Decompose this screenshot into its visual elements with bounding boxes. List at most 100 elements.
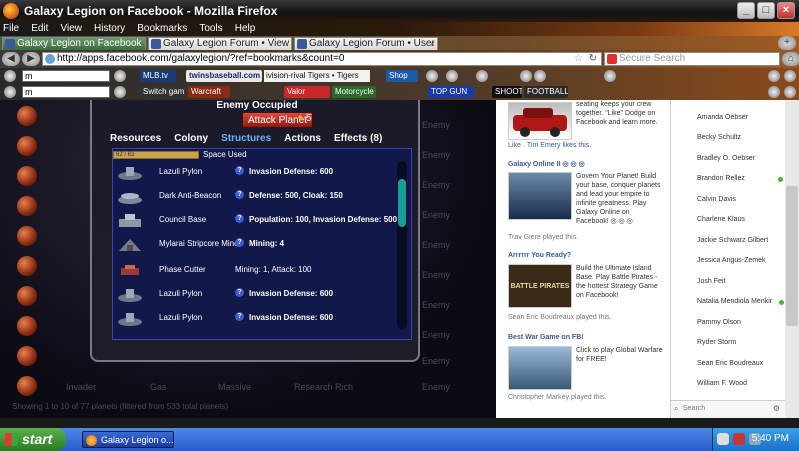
planet-icon[interactable] (17, 286, 37, 306)
chat-friend[interactable]: Brandon Rellez (697, 175, 745, 182)
wrench-icon[interactable] (768, 86, 780, 98)
chat-friend[interactable]: Jessica Angus-Zemek (697, 257, 765, 264)
chat-friend[interactable]: Charlene Klaus (697, 216, 745, 223)
bookmark-star-icon[interactable]: ☆ (574, 53, 583, 65)
chat-search-input[interactable]: ⌕ Search ⚙ (671, 400, 786, 418)
wrench-icon[interactable] (768, 70, 780, 82)
battle-pirates-ad-image[interactable]: BATTLE PIRATES (508, 264, 572, 308)
pause-icon[interactable] (534, 70, 546, 82)
info-icon[interactable]: ? (235, 312, 244, 321)
tab-colony[interactable]: Colony (174, 133, 208, 144)
menu-history[interactable]: History (94, 23, 125, 34)
new-tab-button[interactable]: + (778, 36, 796, 50)
go-icon[interactable] (114, 86, 126, 98)
close-button[interactable]: × (777, 2, 795, 19)
structure-row[interactable]: Dark Anti-Beacon ? Defense: 500, Cloak: … (113, 187, 399, 209)
menu-view[interactable]: View (60, 23, 82, 34)
planet-icon[interactable] (17, 196, 37, 216)
menu-bookmarks[interactable]: Bookmarks (137, 23, 187, 34)
chat-friend[interactable]: Amanda Oebser (697, 114, 748, 121)
game-link[interactable]: SHOOT (492, 86, 522, 98)
structure-row[interactable]: Phase Cutter Mining: 1, Attack: 100 (113, 261, 399, 283)
info-icon[interactable]: ? (235, 166, 244, 175)
planet-icon[interactable] (17, 166, 37, 186)
tab-forum-view-top[interactable]: Galaxy Legion Forum • View top... (148, 37, 292, 50)
chat-friend[interactable]: Natalia Mendiola Menkir (697, 298, 772, 305)
close-toolbar-icon[interactable] (784, 86, 796, 98)
forward-icon[interactable]: ▶ (22, 52, 40, 66)
start-button[interactable]: start (0, 428, 66, 451)
tray-icon[interactable] (717, 433, 729, 445)
planet-icon[interactable] (17, 346, 37, 366)
news-ticker[interactable]: ivision-rival Tigers • Tigers (264, 70, 370, 82)
game-link[interactable]: TOP GUN (428, 86, 474, 98)
chat-friend[interactable]: Becky Schultz (697, 134, 741, 141)
game-link[interactable]: Warcraft (188, 86, 230, 98)
info-icon[interactable]: ? (235, 190, 244, 199)
mlbtv-button[interactable]: MLB.tv (140, 70, 176, 82)
dodge-ad-image[interactable] (508, 102, 572, 140)
chat-friend[interactable]: Bradley O. Oebser (697, 155, 755, 162)
ad-title-galaxy[interactable]: Galaxy Online II ◎ ◎ ◎ (508, 160, 585, 168)
structure-row[interactable]: Lazuli Pylon ? Invasion Defense: 600 (113, 163, 399, 185)
twinsbaseball-link[interactable]: twinsbaseball.com (186, 70, 262, 82)
toolbar-search-input[interactable]: m (22, 86, 110, 98)
tab-actions[interactable]: Actions (284, 133, 321, 144)
game-link[interactable]: Motorcycle Madness (332, 86, 376, 98)
toolbar-icon[interactable] (426, 70, 438, 82)
tab-structures[interactable]: Structures (221, 133, 271, 144)
page-scroll-thumb[interactable] (786, 186, 798, 326)
planet-icon[interactable] (17, 376, 37, 396)
gear-icon[interactable]: ⚙ (773, 404, 780, 413)
url-bar[interactable]: http://apps.facebook.com/galaxylegion/?r… (42, 52, 602, 66)
menu-file[interactable]: File (3, 23, 19, 34)
minimize-button[interactable]: _ (737, 2, 755, 19)
structure-row[interactable]: Mylarai Stripcore Mine ? Mining: 4 (113, 235, 399, 257)
shop-button[interactable]: Shop (386, 70, 418, 82)
info-icon[interactable]: ? (235, 238, 244, 247)
chat-friend[interactable]: Ryder Storm (697, 339, 736, 346)
tab-close-icon[interactable]: × (430, 38, 435, 50)
info-icon[interactable]: ? (235, 214, 244, 223)
chat-friend[interactable]: Pammy Olson (697, 319, 741, 326)
planet-icon[interactable] (17, 136, 37, 156)
maximize-button[interactable]: □ (757, 2, 775, 19)
planet-icon[interactable] (17, 316, 37, 336)
info-icon[interactable]: ? (235, 288, 244, 297)
structures-scroll-thumb[interactable] (398, 179, 406, 227)
reload-icon[interactable]: ↻ (589, 53, 597, 65)
games-logo-icon[interactable] (4, 86, 16, 98)
planet-icon[interactable] (17, 106, 37, 126)
game-link[interactable]: Valor (284, 86, 330, 98)
home-icon[interactable]: ⌂ (782, 52, 799, 66)
search-input[interactable]: Secure Search (604, 52, 780, 66)
toolbar-search-input[interactable]: m (22, 70, 110, 82)
tab-galaxy-legion[interactable]: Galaxy Legion on Facebook (2, 37, 146, 50)
ad-title-pirates[interactable]: Arrrrrr You Ready? (508, 252, 571, 259)
menu-edit[interactable]: Edit (31, 23, 48, 34)
tab-forum-user-co[interactable]: Galaxy Legion Forum • User Co... × (294, 37, 438, 50)
toolbar-icon[interactable] (446, 70, 458, 82)
chat-friend[interactable]: Josh Feit (697, 278, 725, 285)
tab-resources[interactable]: Resources (110, 133, 161, 144)
go-icon[interactable] (114, 70, 126, 82)
twins-logo-icon[interactable] (4, 70, 16, 82)
taskbar-firefox-item[interactable]: Galaxy Legion o... (82, 431, 174, 448)
tab-effects[interactable]: Effects (8) (334, 133, 382, 144)
switch-games-button[interactable]: Switch games (140, 86, 184, 98)
structure-row[interactable]: Lazuli Pylon ? Invasion Defense: 600 (113, 309, 399, 331)
back-icon[interactable]: ◀ (2, 52, 20, 66)
planet-icon[interactable] (17, 256, 37, 276)
game-link[interactable]: FOOTBALL MANIA (524, 86, 568, 98)
chat-friend[interactable]: Sean Eric Boudreaux (697, 360, 763, 367)
page-scrollbar[interactable] (785, 100, 799, 418)
galaxy-online-ad-image[interactable] (508, 172, 572, 220)
menu-tools[interactable]: Tools (199, 23, 222, 34)
structure-row[interactable]: Lazuli Pylon ? Invasion Defense: 600 (113, 285, 399, 307)
mlb-icon[interactable] (476, 70, 488, 82)
menu-help[interactable]: Help (235, 23, 256, 34)
chat-friend[interactable]: Jackie Schwarz Gilbert (697, 237, 768, 244)
chat-friend[interactable]: Calvin Davis (697, 196, 736, 203)
global-warfare-ad-image[interactable] (508, 346, 572, 390)
like-text[interactable]: Like · Tim Emery likes this. (508, 142, 591, 149)
